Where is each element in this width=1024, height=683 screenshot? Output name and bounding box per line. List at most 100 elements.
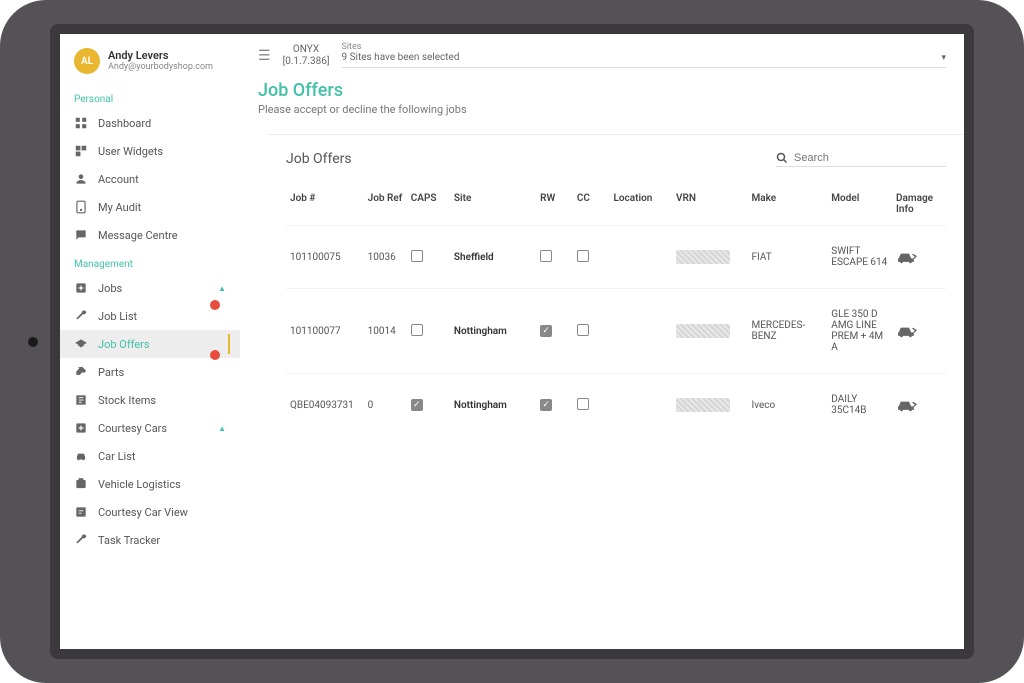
chevron-down-icon: ▾: [941, 53, 946, 63]
jobs-icon: [74, 281, 88, 295]
damage-car-icon: [896, 397, 942, 413]
col-job-ref[interactable]: Job Ref: [364, 183, 407, 226]
sites-label: Sites: [342, 42, 362, 52]
nav-label: Jobs: [98, 282, 208, 295]
nav-message-centre[interactable]: Message Centre: [60, 221, 240, 249]
avatar: AL: [74, 48, 100, 74]
cell-job-no: 101100075: [286, 226, 364, 289]
wrench-icon: [74, 309, 88, 323]
cell-damage[interactable]: [892, 289, 946, 374]
cell-rw[interactable]: [536, 226, 573, 289]
cell-damage[interactable]: [892, 226, 946, 289]
tablet-frame: AL Andy Levers Andy@yourbodyshop.com Per…: [0, 0, 1024, 683]
account-icon: [74, 172, 88, 186]
nav-jobs[interactable]: Jobs ▲: [60, 274, 240, 302]
table-row[interactable]: 101100077 10014 Nottingham ✓ MERCEDES-BE…: [286, 289, 946, 374]
audit-icon: [74, 200, 88, 214]
active-indicator: [228, 334, 230, 354]
col-caps[interactable]: CAPS: [407, 183, 450, 226]
nav-my-audit[interactable]: My Audit: [60, 193, 240, 221]
card-header: Job Offers: [286, 151, 946, 167]
col-site[interactable]: Site: [450, 183, 536, 226]
sidebar: AL Andy Levers Andy@yourbodyshop.com Per…: [60, 34, 240, 649]
cell-rw[interactable]: ✓: [536, 374, 573, 437]
nav-courtesy-cars[interactable]: Courtesy Cars ▲: [60, 414, 240, 442]
main-content: ☰ ONYX [0.1.7.386] Sites 9 Sites have be…: [240, 34, 964, 649]
profile-block[interactable]: AL Andy Levers Andy@yourbodyshop.com: [60, 44, 240, 84]
col-make[interactable]: Make: [748, 183, 828, 226]
nav-label: Message Centre: [98, 229, 226, 242]
cell-job-ref: 10014: [364, 289, 407, 374]
profile-email: Andy@yourbodyshop.com: [108, 62, 213, 73]
car-icon: [74, 449, 88, 463]
nav-label: My Audit: [98, 201, 226, 214]
nav-label: Courtesy Cars: [98, 422, 208, 435]
profile-text: Andy Levers Andy@yourbodyshop.com: [108, 49, 213, 73]
page-subtitle: Please accept or decline the following j…: [258, 103, 946, 116]
dashboard-icon: [74, 116, 88, 130]
cell-caps[interactable]: [407, 226, 450, 289]
cell-rw[interactable]: ✓: [536, 289, 573, 374]
task-icon: [74, 533, 88, 547]
sites-value: 9 Sites have been selected: [342, 52, 460, 63]
page-title: Job Offers: [258, 80, 946, 101]
col-damage[interactable]: Damage Info: [892, 183, 946, 226]
cell-location: [609, 374, 672, 437]
cell-caps[interactable]: ✓: [407, 374, 450, 437]
page-header: Job Offers Please accept or decline the …: [240, 76, 964, 126]
nav-dashboard[interactable]: Dashboard: [60, 109, 240, 137]
search-input[interactable]: [794, 152, 946, 164]
col-location[interactable]: Location: [609, 183, 672, 226]
cell-vrn: [672, 289, 747, 374]
menu-icon[interactable]: ☰: [258, 48, 271, 64]
cell-damage[interactable]: [892, 374, 946, 437]
search-icon: [776, 152, 788, 164]
col-cc[interactable]: CC: [573, 183, 610, 226]
table-row[interactable]: QBE04093731 0 ✓ Nottingham ✓ Iveco DAILY…: [286, 374, 946, 437]
col-job-no[interactable]: Job #: [286, 183, 364, 226]
section-management: Management: [60, 249, 240, 274]
cell-caps[interactable]: [407, 289, 450, 374]
cell-model: DAILY 35C14B: [827, 374, 892, 437]
col-model[interactable]: Model: [827, 183, 892, 226]
nav-label: Courtesy Car View: [98, 506, 226, 519]
nav-task-tracker[interactable]: Task Tracker: [60, 526, 240, 554]
cell-site: Nottingham: [450, 289, 536, 374]
col-rw[interactable]: RW: [536, 183, 573, 226]
profile-name: Andy Levers: [108, 49, 213, 62]
damage-car-icon: [896, 249, 942, 265]
nav-label: Task Tracker: [98, 534, 226, 547]
nav-account[interactable]: Account: [60, 165, 240, 193]
nav-job-offers[interactable]: Job Offers: [60, 330, 240, 358]
nav-job-list[interactable]: Job List: [60, 302, 240, 330]
cell-cc[interactable]: [573, 289, 610, 374]
cell-model: GLE 350 D AMG LINE PREM + 4M A: [827, 289, 892, 374]
nav-courtesy-car-view[interactable]: Courtesy Car View: [60, 498, 240, 526]
nav-car-list[interactable]: Car List: [60, 442, 240, 470]
brand-block: ONYX [0.1.7.386]: [283, 44, 330, 68]
cell-make: FIAT: [748, 226, 828, 289]
brand-name: ONYX: [283, 44, 330, 56]
nav-user-widgets[interactable]: User Widgets: [60, 137, 240, 165]
cell-job-no: 101100077: [286, 289, 364, 374]
nav-stock-items[interactable]: Stock Items: [60, 386, 240, 414]
sites-dropdown[interactable]: Sites 9 Sites have been selected ▾: [342, 52, 947, 68]
cell-cc[interactable]: [573, 226, 610, 289]
job-offers-card: Job Offers: [268, 134, 964, 649]
nav-label: Dashboard: [98, 117, 226, 130]
col-vrn[interactable]: VRN: [672, 183, 747, 226]
card-title: Job Offers: [286, 151, 352, 167]
cell-cc[interactable]: [573, 374, 610, 437]
cell-make: MERCEDES-BENZ: [748, 289, 828, 374]
cell-site: Nottingham: [450, 374, 536, 437]
cell-job-ref: 0: [364, 374, 407, 437]
table-header-row: Job # Job Ref CAPS Site RW CC Location V…: [286, 183, 946, 226]
cell-make: Iveco: [748, 374, 828, 437]
cell-job-no: QBE04093731: [286, 374, 364, 437]
nav-vehicle-logistics[interactable]: Vehicle Logistics: [60, 470, 240, 498]
nav-parts[interactable]: Parts: [60, 358, 240, 386]
table-row[interactable]: 101100075 10036 Sheffield FIAT SWIFT ESC…: [286, 226, 946, 289]
damage-car-icon: [896, 323, 942, 339]
search-box[interactable]: [776, 152, 946, 167]
cell-model: SWIFT ESCAPE 614: [827, 226, 892, 289]
